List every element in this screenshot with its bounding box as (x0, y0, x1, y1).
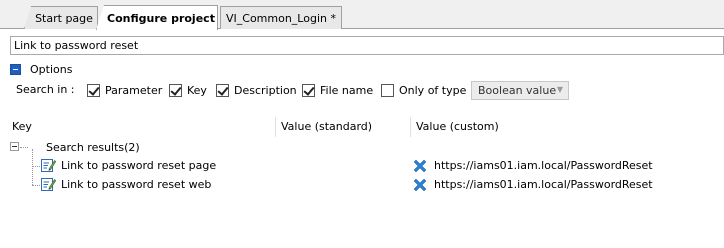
column-header-value-standard[interactable]: Value (standard) (281, 120, 372, 133)
tree-connector (20, 147, 28, 148)
column-header-key[interactable]: Key (12, 120, 32, 133)
minus-square-icon[interactable] (10, 63, 21, 75)
collapse-tree-icon[interactable] (10, 142, 19, 151)
tree-connector (32, 185, 40, 186)
options-label: Options (30, 62, 73, 76)
checkbox-box[interactable] (169, 83, 182, 97)
description-checkbox[interactable]: Description (216, 80, 297, 100)
table-row[interactable]: Link to password reset web https://iams0… (0, 176, 724, 194)
search-input[interactable] (10, 36, 724, 55)
tab-label: Configure project (107, 11, 215, 25)
only-of-type-checkbox[interactable]: Only of type (381, 80, 466, 100)
tab-label: Start page (35, 11, 93, 25)
tab-configure-project[interactable]: Configure project (96, 5, 218, 30)
tree-group-row[interactable]: Search results(2) (0, 139, 724, 157)
row-value-custom: https://iams01.iam.local/PasswordReset (434, 178, 653, 191)
checkbox-label: File name (320, 83, 374, 97)
file-name-checkbox[interactable]: File name (302, 80, 373, 100)
type-select-value: Boolean value (478, 84, 557, 97)
group-label: Search results(2) (46, 141, 140, 154)
parameter-checkbox[interactable]: Parameter (87, 80, 162, 100)
checkbox-box[interactable] (302, 83, 315, 97)
options-header: Options (10, 62, 72, 76)
column-divider[interactable] (410, 117, 411, 137)
column-divider[interactable] (275, 117, 276, 137)
checkbox-label: Only of type (399, 83, 467, 97)
edit-document-icon (41, 178, 56, 191)
tab-start-page[interactable]: Start page (24, 6, 98, 29)
tab-strip: Start page Configure project VI_Common_L… (0, 0, 724, 30)
column-header-value-custom[interactable]: Value (custom) (416, 120, 499, 133)
row-key: Link to password reset web (61, 178, 212, 191)
row-key: Link to password reset page (61, 159, 217, 172)
checkbox-box[interactable] (381, 83, 394, 97)
checkbox-box[interactable] (216, 83, 229, 97)
checkbox-label: Key (187, 83, 207, 97)
tree-connector (32, 166, 40, 167)
tab-label: VI_Common_Login * (226, 11, 336, 25)
chevron-down-icon: ▼ (556, 85, 563, 94)
key-checkbox[interactable]: Key (169, 80, 207, 100)
edit-document-icon (41, 159, 56, 172)
type-select[interactable]: Boolean value ▼ (471, 81, 569, 100)
search-in-label: Search in : (16, 83, 75, 96)
row-value-custom: https://iams01.iam.local/PasswordReset (434, 159, 653, 172)
checkbox-label: Parameter (105, 83, 163, 97)
tab-vi-common-login[interactable]: VI_Common_Login * (220, 6, 342, 29)
configure-project-panel: Options Search in : Parameter Key Descri… (0, 29, 724, 248)
grid-header: Key Value (standard) Value (custom) (0, 117, 724, 137)
delete-x-icon[interactable] (412, 158, 428, 174)
checkbox-label: Description (234, 83, 297, 97)
search-in-row: Search in : Parameter Key Description Fi… (16, 80, 616, 100)
checkbox-box[interactable] (87, 83, 100, 97)
table-row[interactable]: Link to password reset page https://iams… (0, 157, 724, 175)
delete-x-icon[interactable] (412, 177, 428, 193)
